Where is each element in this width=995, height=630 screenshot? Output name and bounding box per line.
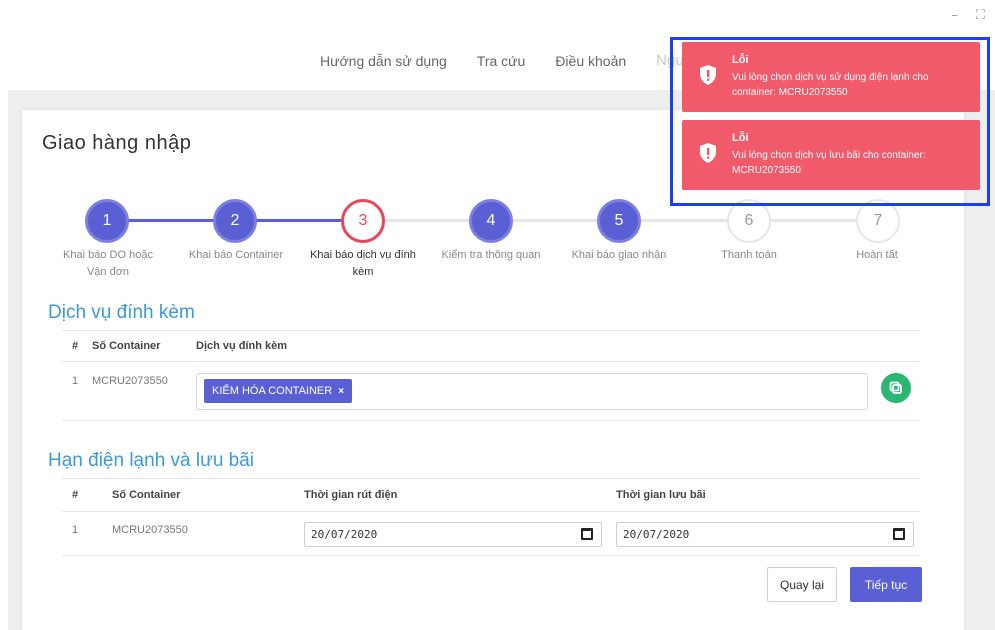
step-4[interactable]: 4 bbox=[469, 199, 513, 243]
divider bbox=[62, 361, 920, 362]
row-container-number: MCRU2073550 bbox=[112, 524, 188, 536]
step-4-label: Kiểm tra thông quan bbox=[428, 247, 554, 264]
column-header-unplug-time: Thời gian rút điện bbox=[304, 489, 398, 501]
attached-services-title: Dịch vụ đính kèm bbox=[48, 302, 195, 323]
tag-remove-icon[interactable]: × bbox=[338, 386, 344, 397]
storage-date-input[interactable]: 20/07/2020 bbox=[616, 522, 914, 547]
step-6-label-line1: Thanh toán bbox=[721, 249, 777, 261]
calendar-icon[interactable] bbox=[893, 528, 905, 540]
step-3-label-line2: kèm bbox=[352, 266, 374, 278]
page-title: Giao hàng nhập bbox=[42, 132, 192, 154]
copy-button[interactable] bbox=[881, 373, 911, 403]
column-header-index: # bbox=[72, 489, 79, 501]
storage-date-value: 20/07/2020 bbox=[623, 528, 690, 541]
column-header-container: Số Container bbox=[92, 340, 161, 352]
column-header-index: # bbox=[72, 340, 79, 352]
column-header-storage-time: Thời gian lưu bãi bbox=[616, 489, 706, 501]
back-button[interactable]: Quay lại bbox=[767, 567, 837, 602]
calendar-icon[interactable] bbox=[581, 528, 593, 540]
highlight-outline bbox=[670, 37, 990, 206]
step-1-label: Khai báo DO hoặc Vận đơn bbox=[52, 247, 164, 281]
unplug-date-value: 20/07/2020 bbox=[311, 528, 378, 541]
nav-terms[interactable]: Điều khoản bbox=[555, 53, 626, 69]
step-5[interactable]: 5 bbox=[597, 199, 641, 243]
minimize-icon[interactable]: – bbox=[951, 8, 958, 23]
step-1-label-line2: Vận đơn bbox=[86, 266, 130, 278]
divider bbox=[62, 555, 920, 556]
step-2-label-line1: Khai báo Container bbox=[188, 249, 284, 261]
step-1-label-line1: Khai báo DO hoặc bbox=[63, 249, 153, 261]
step-6-label: Thanh toán bbox=[700, 247, 798, 264]
step-5-label: Khai báo giao nhận bbox=[558, 247, 680, 264]
step-3-label: Khai báo dịch vụ đính kèm bbox=[298, 247, 428, 281]
step-2[interactable]: 2 bbox=[213, 199, 257, 243]
next-button[interactable]: Tiếp tục bbox=[850, 567, 922, 602]
window-controls: – ⛶ bbox=[951, 8, 985, 23]
copy-icon bbox=[889, 381, 902, 394]
service-tag[interactable]: KIỂM HÓA CONTAINER × bbox=[204, 379, 353, 403]
nav-lookup[interactable]: Tra cứu bbox=[477, 53, 526, 69]
row-index: 1 bbox=[72, 524, 79, 536]
row-index: 1 bbox=[72, 375, 79, 387]
cold-storage-title: Hạn điện lạnh và lưu bãi bbox=[48, 450, 255, 471]
unplug-date-input[interactable]: 20/07/2020 bbox=[304, 522, 602, 547]
step-4-label-line1: Kiểm tra thông quan bbox=[441, 249, 541, 261]
column-header-container: Số Container bbox=[112, 489, 181, 501]
row-container-number: MCRU2073550 bbox=[92, 375, 168, 387]
step-7-label-line1: Hoàn tất bbox=[856, 249, 898, 261]
step-7-label: Hoàn tất bbox=[828, 247, 926, 264]
divider bbox=[62, 478, 920, 479]
service-tag-label: KIỂM HÓA CONTAINER bbox=[212, 385, 333, 397]
step-2-label: Khai báo Container bbox=[178, 247, 294, 264]
step-1[interactable]: 1 bbox=[85, 199, 129, 243]
step-3[interactable]: 3 bbox=[341, 199, 385, 243]
divider bbox=[62, 330, 920, 331]
divider bbox=[62, 511, 920, 512]
column-header-service: Dịch vụ đính kèm bbox=[196, 340, 288, 352]
nav-user-guide[interactable]: Hướng dẫn sử dụng bbox=[320, 53, 447, 69]
divider bbox=[62, 420, 920, 421]
maximize-icon[interactable]: ⛶ bbox=[976, 8, 985, 23]
step-3-label-line1: Khai báo dịch vụ đính bbox=[310, 249, 416, 261]
step-5-label-line1: Khai báo giao nhận bbox=[571, 249, 667, 261]
